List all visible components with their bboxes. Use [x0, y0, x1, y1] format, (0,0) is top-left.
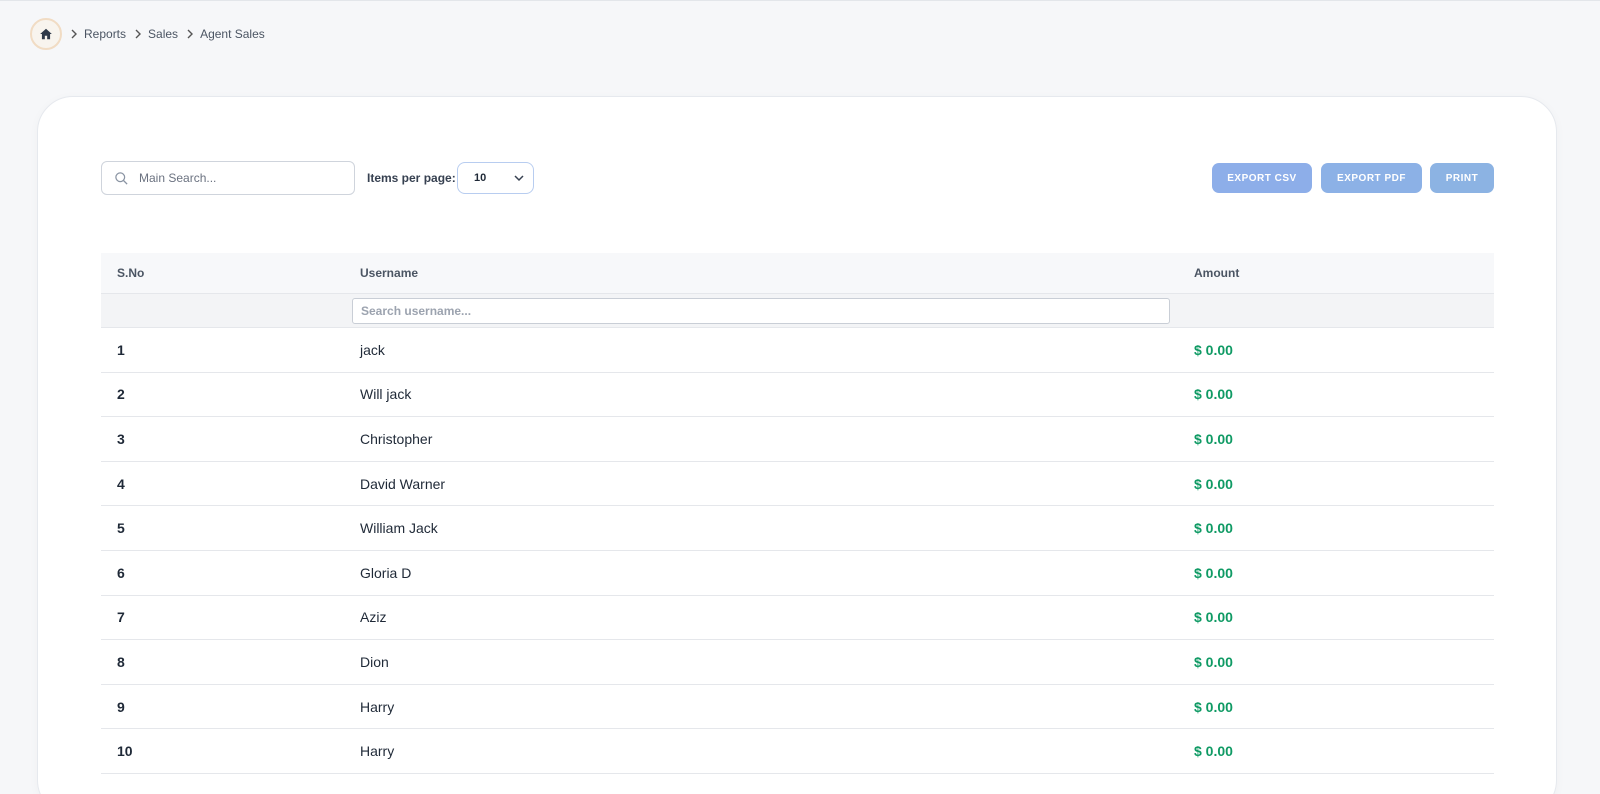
print-button[interactable]: PRINT [1430, 163, 1494, 193]
cell-sno: 5 [117, 520, 125, 537]
username-filter-input[interactable] [352, 298, 1170, 324]
cell-amount: $ 0.00 [1194, 430, 1233, 447]
table-row[interactable]: 6 Gloria D $ 0.00 [101, 551, 1494, 596]
column-header-username[interactable]: Username [360, 266, 1194, 280]
main-search[interactable] [101, 161, 355, 195]
cell-amount: $ 0.00 [1194, 698, 1233, 715]
main-search-input[interactable] [139, 171, 329, 185]
cell-amount: $ 0.00 [1194, 653, 1233, 670]
cell-sno: 3 [117, 430, 125, 447]
search-icon [115, 171, 128, 185]
column-header-sno[interactable]: S.No [117, 266, 360, 280]
cell-amount: $ 0.00 [1194, 475, 1233, 492]
table-row[interactable]: 4 David Warner $ 0.00 [101, 462, 1494, 507]
breadcrumb: Reports Sales Agent Sales [30, 18, 271, 50]
cell-amount: $ 0.00 [1194, 520, 1233, 537]
items-per-page-value: 10 [474, 172, 487, 184]
cell-username: Harry [360, 743, 395, 760]
cell-sno: 6 [117, 564, 125, 581]
chevron-right-icon [70, 29, 78, 39]
table-row[interactable]: 7 Aziz $ 0.00 [101, 596, 1494, 641]
cell-amount: $ 0.00 [1194, 609, 1233, 626]
column-header-amount[interactable]: Amount [1194, 266, 1239, 280]
items-per-page-select[interactable]: 10 [457, 162, 534, 194]
chevron-right-icon [186, 29, 194, 39]
cell-username: William Jack [360, 520, 438, 537]
cell-sno: 1 [117, 341, 125, 358]
report-card: Items per page: 10 EXPORT CSV EXPORT PDF… [37, 96, 1557, 794]
cell-sno: 2 [117, 386, 125, 403]
breadcrumb-sales[interactable]: Sales [148, 27, 178, 41]
filter-row [101, 293, 1494, 328]
cell-sno: 9 [117, 698, 125, 715]
export-pdf-button[interactable]: EXPORT PDF [1321, 163, 1422, 193]
cell-sno: 10 [117, 743, 133, 760]
cell-username: Will jack [360, 386, 412, 403]
table-row[interactable]: 1 jack $ 0.00 [101, 328, 1494, 373]
cell-username: David Warner [360, 475, 446, 492]
cell-username: Aziz [360, 609, 387, 626]
cell-username: Dion [360, 653, 389, 670]
cell-amount: $ 0.00 [1194, 564, 1233, 581]
cell-username: Christopher [360, 430, 433, 447]
cell-amount: $ 0.00 [1194, 743, 1233, 760]
cell-sno: 4 [117, 475, 125, 492]
table-row[interactable]: 9 Harry $ 0.00 [101, 685, 1494, 730]
cell-sno: 7 [117, 609, 125, 626]
table-row[interactable]: 3 Christopher $ 0.00 [101, 417, 1494, 462]
home-button[interactable] [30, 18, 62, 50]
table-body: 1 jack $ 0.00 2 Will jack $ 0.00 3 Christopher $… [101, 328, 1494, 774]
breadcrumb-reports[interactable]: Reports [84, 27, 126, 41]
items-per-page-label: Items per page: [367, 171, 456, 185]
table-header: S.No Username Amount [101, 253, 1494, 293]
table-row[interactable]: 5 William Jack $ 0.00 [101, 506, 1494, 551]
breadcrumb-agent-sales: Agent Sales [200, 27, 265, 41]
cell-sno: 8 [117, 653, 125, 670]
table-row[interactable]: 10 Harry $ 0.00 [101, 729, 1494, 774]
agent-sales-table: S.No Username Amount 1 jack $ 0.00 2 Will ja… [101, 253, 1494, 774]
cell-username: Gloria D [360, 564, 412, 581]
home-icon [40, 28, 52, 40]
cell-amount: $ 0.00 [1194, 341, 1233, 358]
cell-username: jack [360, 341, 385, 358]
table-row[interactable]: 8 Dion $ 0.00 [101, 640, 1494, 685]
chevron-down-icon [514, 174, 524, 181]
cell-username: Harry [360, 698, 395, 715]
chevron-right-icon [134, 29, 142, 39]
export-csv-button[interactable]: EXPORT CSV [1212, 163, 1312, 193]
table-row[interactable]: 2 Will jack $ 0.00 [101, 373, 1494, 418]
cell-amount: $ 0.00 [1194, 386, 1233, 403]
